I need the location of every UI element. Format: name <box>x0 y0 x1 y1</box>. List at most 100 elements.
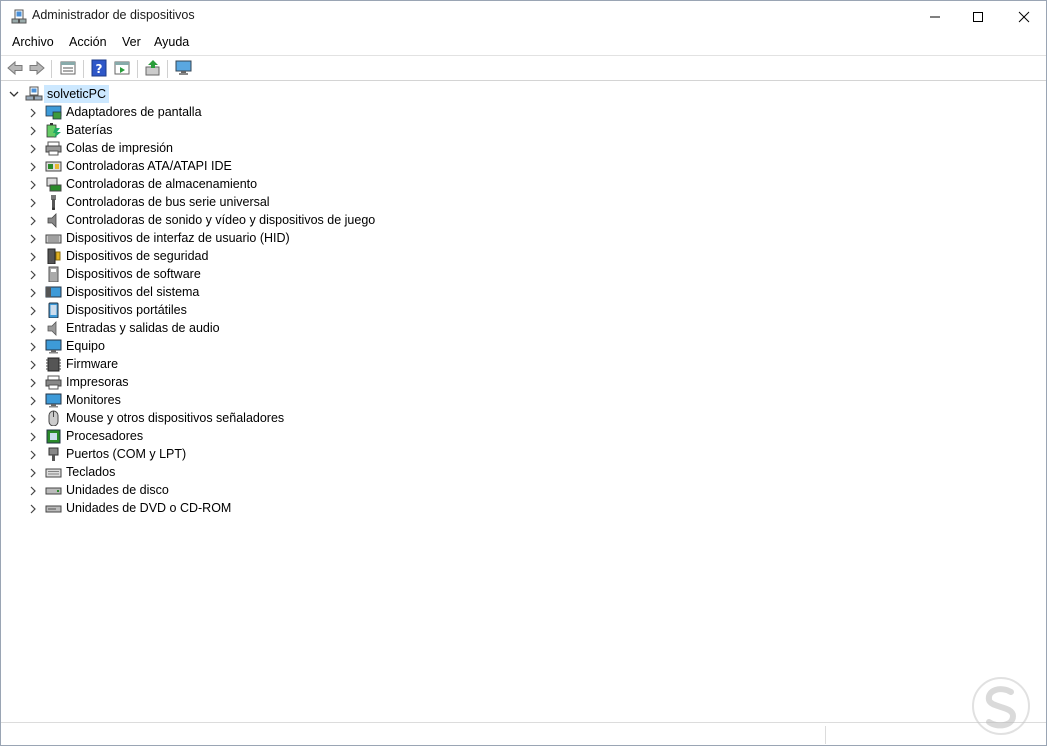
chevron-right-icon[interactable] <box>29 486 37 496</box>
tree-category-row[interactable]: Puertos (COM y LPT) <box>1 445 601 463</box>
chevron-right-icon[interactable] <box>29 198 37 208</box>
tree-category-label: Dispositivos de seguridad <box>66 249 209 263</box>
system-device-icon <box>45 286 62 298</box>
maximize-icon <box>973 12 983 22</box>
tree-category-row[interactable]: Unidades de disco <box>1 481 601 499</box>
mouse-icon <box>48 410 59 426</box>
monitor-icon <box>45 393 62 408</box>
port-icon <box>48 447 59 461</box>
chevron-right-icon[interactable] <box>29 504 37 514</box>
processor-icon <box>46 429 61 444</box>
maximize-button[interactable] <box>955 1 1001 32</box>
menu-bar: Archivo Acción Ver Ayuda <box>1 32 1046 53</box>
tree-category-label: Mouse y otros dispositivos señaladores <box>66 411 285 425</box>
chevron-right-icon[interactable] <box>29 324 37 334</box>
tree-category-row[interactable]: Adaptadores de pantalla <box>1 103 601 121</box>
chevron-right-icon[interactable] <box>29 162 37 172</box>
keyboard-icon <box>45 468 62 478</box>
menu-archivo[interactable]: Archivo <box>12 35 54 49</box>
tree-category-row[interactable]: Equipo <box>1 337 601 355</box>
tree-category-row[interactable]: Controladoras de almacenamiento <box>1 175 601 193</box>
tree-category-row[interactable]: Controladoras de sonido y vídeo y dispos… <box>1 211 601 229</box>
chevron-right-icon[interactable] <box>29 108 37 118</box>
chevron-right-icon[interactable] <box>29 342 37 352</box>
title-bar[interactable]: Administrador de dispositivos <box>1 1 1046 32</box>
watermark-logo <box>972 677 1030 735</box>
tree-category-row[interactable]: Colas de impresión <box>1 139 601 157</box>
chevron-right-icon[interactable] <box>29 360 37 370</box>
chevron-right-icon[interactable] <box>29 252 37 262</box>
chevron-right-icon[interactable] <box>29 180 37 190</box>
tree-category-label: Colas de impresión <box>66 141 173 155</box>
security-device-icon <box>47 248 61 264</box>
chevron-right-icon[interactable] <box>29 432 37 442</box>
scan-hardware-icon[interactable] <box>175 59 193 77</box>
chevron-right-icon[interactable] <box>29 414 37 424</box>
toolbar-separator <box>167 60 168 78</box>
toolbar-separator <box>137 60 138 78</box>
chevron-down-icon[interactable] <box>9 90 19 98</box>
status-bar <box>1 722 1046 745</box>
tree-category-row[interactable]: Dispositivos de interfaz de usuario (HID… <box>1 229 601 247</box>
tree-category-label: Monitores <box>66 393 121 407</box>
toolbar: ? <box>1 55 1046 81</box>
tree-category-label: Teclados <box>66 465 116 479</box>
tree-category-label: Impresoras <box>66 375 129 389</box>
computer-icon <box>25 86 43 101</box>
menu-ver[interactable]: Ver <box>122 35 141 49</box>
tree-category-label: Controladoras de sonido y vídeo y dispos… <box>66 213 376 227</box>
tree-category-row[interactable]: Firmware <box>1 355 601 373</box>
tree-category-row[interactable]: Procesadores <box>1 427 601 445</box>
close-icon <box>1018 11 1030 23</box>
chevron-right-icon[interactable] <box>29 234 37 244</box>
hid-icon <box>45 234 62 244</box>
tree-category-row[interactable]: Entradas y salidas de audio <box>1 319 601 337</box>
status-separator <box>825 726 826 744</box>
chevron-right-icon[interactable] <box>29 288 37 298</box>
tree-category-row[interactable]: Dispositivos portátiles <box>1 301 601 319</box>
tree-category-row[interactable]: Baterías <box>1 121 601 139</box>
tree-category-row[interactable]: Unidades de DVD o CD-ROM <box>1 499 601 517</box>
chevron-right-icon[interactable] <box>29 468 37 478</box>
tree-root[interactable]: solveticPC <box>1 85 301 103</box>
chevron-right-icon[interactable] <box>29 306 37 316</box>
chevron-right-icon[interactable] <box>29 270 37 280</box>
chevron-right-icon[interactable] <box>29 450 37 460</box>
tree-category-label: Dispositivos del sistema <box>66 285 200 299</box>
dvd-drive-icon <box>45 505 62 513</box>
tree-category-row[interactable]: Controladoras ATA/ATAPI IDE <box>1 157 601 175</box>
tree-category-label: Firmware <box>66 357 119 371</box>
minimize-button[interactable] <box>912 1 958 32</box>
chevron-right-icon[interactable] <box>29 216 37 226</box>
tree-category-row[interactable]: Dispositivos de seguridad <box>1 247 601 265</box>
back-arrow-icon[interactable] <box>6 59 24 77</box>
help-icon[interactable]: ? <box>90 59 108 77</box>
tree-category-label: Adaptadores de pantalla <box>66 105 202 119</box>
run-icon[interactable] <box>113 59 131 77</box>
tree-category-label: Baterías <box>66 123 113 137</box>
menu-accion[interactable]: Acción <box>69 35 107 49</box>
tree-category-row[interactable]: Monitores <box>1 391 601 409</box>
device-manager-app-icon <box>11 9 27 24</box>
chevron-right-icon[interactable] <box>29 126 37 136</box>
chevron-right-icon[interactable] <box>29 144 37 154</box>
menu-ayuda[interactable]: Ayuda <box>154 35 189 49</box>
tree-category-label: Dispositivos portátiles <box>66 303 187 317</box>
properties-icon[interactable] <box>59 59 77 77</box>
forward-arrow-icon[interactable] <box>28 59 46 77</box>
tree-category-row[interactable]: Dispositivos del sistema <box>1 283 601 301</box>
tree-category-row[interactable]: Dispositivos de software <box>1 265 601 283</box>
speaker-icon <box>47 213 57 228</box>
tree-category-row[interactable]: Mouse y otros dispositivos señaladores <box>1 409 601 427</box>
chevron-right-icon[interactable] <box>29 396 37 406</box>
tree-category-row[interactable]: Controladoras de bus serie universal <box>1 193 601 211</box>
update-driver-icon[interactable] <box>144 59 162 77</box>
tree-category-label: Entradas y salidas de audio <box>66 321 220 335</box>
tree-category-row[interactable]: Impresoras <box>1 373 601 391</box>
close-button[interactable] <box>1001 1 1047 32</box>
tree-category-label: Controladoras ATA/ATAPI IDE <box>66 159 232 173</box>
tree-category-row[interactable]: Teclados <box>1 463 601 481</box>
tree-root-label: solveticPC <box>44 85 110 103</box>
chevron-right-icon[interactable] <box>29 378 37 388</box>
tree-category-label: Puertos (COM y LPT) <box>66 447 187 461</box>
